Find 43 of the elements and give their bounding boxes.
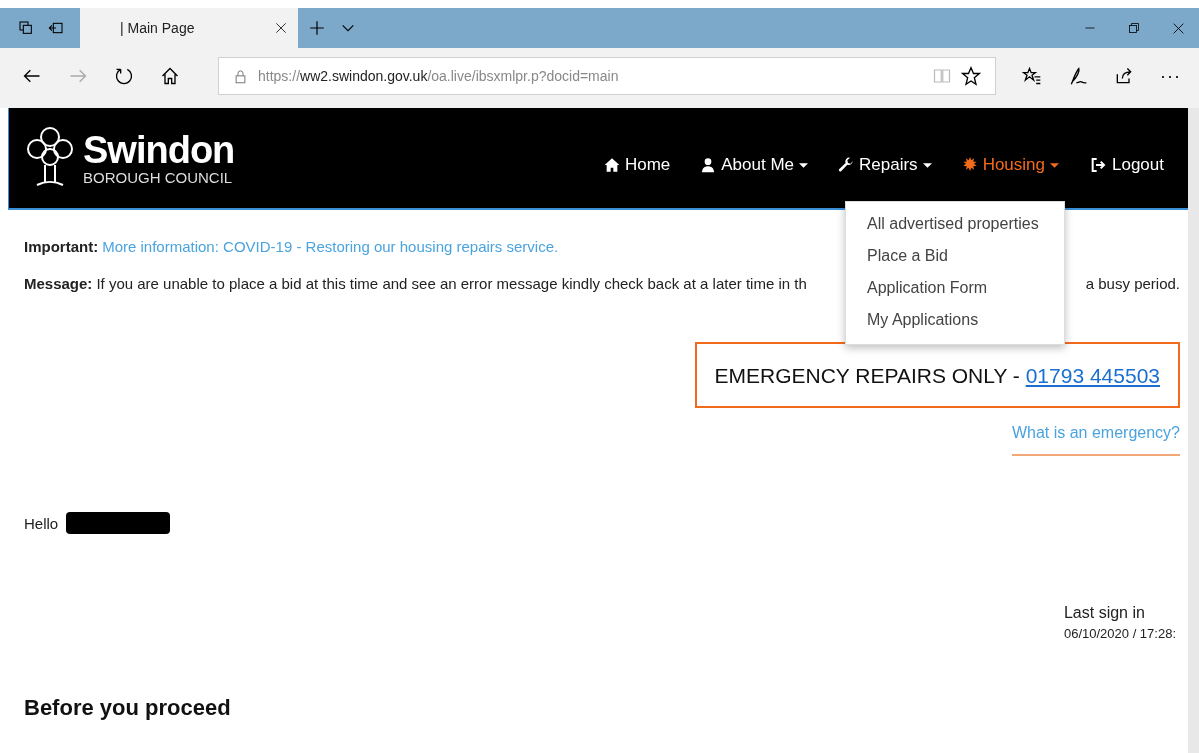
menu-item[interactable]: Application Form (846, 272, 1064, 304)
message-label: Message: (24, 275, 93, 292)
refresh-icon[interactable] (114, 66, 134, 86)
lock-icon (233, 68, 248, 84)
burst-icon (961, 157, 978, 173)
nav-link[interactable]: Housing (961, 155, 1059, 175)
pen-icon[interactable] (1068, 66, 1088, 86)
close-icon[interactable] (1172, 21, 1185, 35)
address-bar[interactable]: https://ww2.swindon.gov.uk/oa.live/ibsxmlpr.p?docid=main (218, 57, 996, 95)
nav-link[interactable]: About Me (700, 155, 809, 175)
menu-item[interactable]: My Applications (846, 304, 1064, 336)
last-sign-in-date: 06/10/2020 / 17:28: (1063, 626, 1176, 641)
nav-link[interactable]: Logout (1089, 155, 1164, 175)
phone-link[interactable]: 01793 445503 (1025, 364, 1160, 387)
greeting-text: Hello (24, 514, 59, 532)
menu-item[interactable]: All advertised properties (846, 208, 1064, 240)
section-heading: Before you proceed (24, 695, 232, 721)
favorites-icon[interactable] (1022, 66, 1042, 86)
set-aside-icon[interactable] (48, 20, 64, 36)
message-text: a busy period. (1085, 275, 1180, 292)
user-icon (700, 156, 717, 174)
star-icon[interactable] (961, 66, 981, 86)
nav-link[interactable]: Repairs (838, 155, 932, 175)
wrench-icon (838, 157, 855, 173)
menu-item[interactable]: Place a Bid (846, 240, 1064, 272)
tabs-icon[interactable] (18, 20, 34, 36)
restore-icon[interactable] (1128, 22, 1140, 34)
home-icon[interactable] (160, 66, 180, 86)
logo-subtitle: BOROUGH COUNCIL (83, 168, 234, 186)
emergency-text: EMERGENCY REPAIRS ONLY - (714, 364, 1021, 387)
nav-link[interactable]: Home (603, 155, 671, 175)
scrollbar[interactable] (1188, 108, 1199, 753)
message-text: If you are unable to place a bid at this time and see an error message kindly check back at a later time in th (96, 275, 807, 292)
share-icon[interactable] (1114, 66, 1134, 86)
important-label: Important: (24, 238, 99, 255)
home-icon (603, 157, 620, 173)
browser-tab[interactable]: | Main Page (80, 8, 298, 48)
logout-icon (1089, 157, 1107, 173)
close-icon[interactable] (274, 21, 288, 35)
last-sign-in-label: Last sign in (1063, 604, 1146, 622)
more-button[interactable]: ··· (1160, 65, 1181, 87)
logo-name: Swindon (83, 130, 235, 169)
new-tab-icon[interactable] (308, 19, 326, 37)
